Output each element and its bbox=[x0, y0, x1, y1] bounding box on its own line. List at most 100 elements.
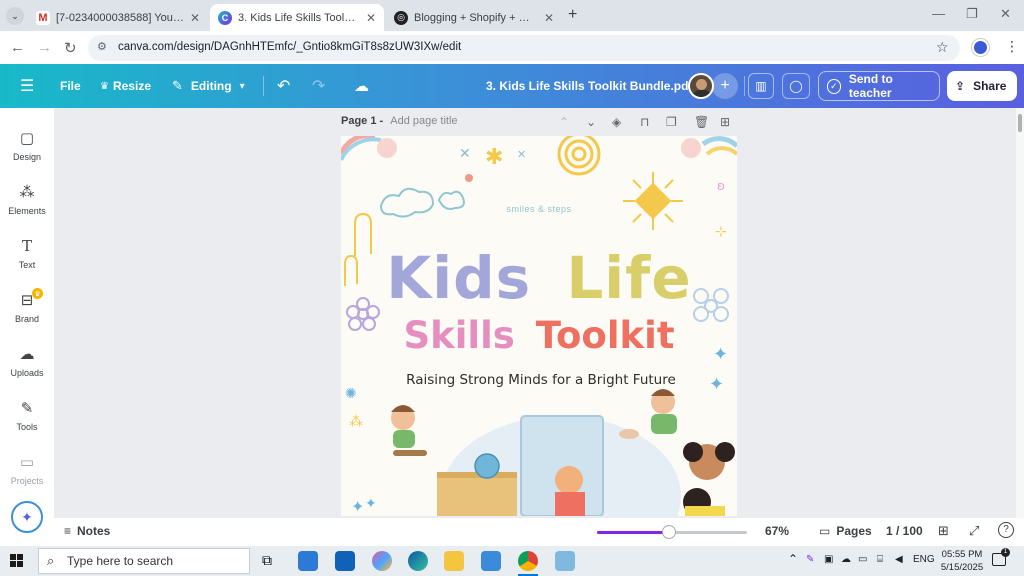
tray-overflow-icon[interactable]: ⌃ bbox=[788, 552, 798, 566]
delete-page-icon[interactable]: 🗑 bbox=[694, 115, 709, 129]
file-explorer-icon[interactable] bbox=[444, 551, 464, 571]
vertical-scrollbar[interactable] bbox=[1016, 108, 1024, 518]
projects-icon: ▭ bbox=[19, 453, 35, 471]
resize-button[interactable]: ♛ Resize bbox=[100, 64, 151, 108]
notes-button[interactable]: ≡ Notes bbox=[64, 524, 110, 538]
hide-page-icon[interactable]: ◈ bbox=[612, 115, 621, 129]
undo-icon[interactable]: ↶ bbox=[277, 64, 290, 108]
forward-icon[interactable]: → bbox=[37, 39, 52, 56]
minimize-icon[interactable]: — bbox=[932, 6, 945, 21]
close-window-icon[interactable]: ✕ bbox=[1000, 6, 1011, 22]
meet-icon[interactable]: ▣ bbox=[824, 554, 833, 565]
volume-icon[interactable]: ◀ bbox=[895, 554, 903, 565]
collaborator-avatar[interactable] bbox=[688, 73, 714, 99]
profile-avatar[interactable] bbox=[972, 39, 989, 56]
zoom-slider[interactable] bbox=[597, 525, 747, 539]
store-icon[interactable] bbox=[298, 551, 318, 571]
comments-button[interactable]: ◯ bbox=[782, 73, 810, 99]
grid-view-icon[interactable]: ⊞ bbox=[938, 523, 949, 539]
editing-mode-dropdown[interactable]: ✎ Editing ▾ bbox=[172, 64, 245, 108]
close-icon[interactable]: ✕ bbox=[544, 11, 554, 25]
uploads-icon: ☁ bbox=[19, 345, 35, 363]
language-indicator[interactable]: ENG bbox=[913, 554, 935, 565]
reload-icon[interactable]: ↻ bbox=[64, 39, 77, 57]
page-title-input[interactable]: Add page title bbox=[390, 115, 457, 127]
file-menu[interactable]: File bbox=[60, 64, 81, 108]
browser-tab-strip: ⌄ M [7-0234000038588] Your Googl ✕ C 3. … bbox=[0, 0, 1024, 31]
share-button[interactable]: ⇪ Share bbox=[947, 71, 1017, 101]
close-icon[interactable]: ✕ bbox=[366, 11, 376, 25]
sparkle-icon: ✦ bbox=[21, 508, 33, 525]
sidebar-item-tools[interactable]: ✎ Tools bbox=[0, 390, 54, 440]
cloud-save-icon[interactable]: ☁ bbox=[354, 64, 369, 108]
fullscreen-icon[interactable]: ⤢ bbox=[969, 523, 979, 539]
tab-title: Blogging + Shopify + Gumroad bbox=[414, 11, 538, 24]
outlook-icon[interactable] bbox=[335, 551, 355, 571]
chatgpt-icon: ◎ bbox=[394, 10, 408, 25]
add-collaborator-button[interactable]: + bbox=[712, 73, 738, 99]
duplicate-page-icon[interactable]: ❐ bbox=[666, 115, 677, 129]
toolbar-divider bbox=[744, 76, 745, 96]
sidebar-item-design[interactable]: ▢ Design bbox=[0, 120, 54, 170]
doodle-icon: ʚ bbox=[717, 179, 725, 193]
omnibox[interactable]: ⚙ canva.com/design/DAGnhHTEmfc/_Gntio8km… bbox=[88, 35, 960, 61]
tab-search-button[interactable]: ⌄ bbox=[6, 7, 24, 25]
clock[interactable]: 05:55 PM 5/15/2025 bbox=[940, 548, 984, 574]
zoom-level[interactable]: 67% bbox=[765, 524, 789, 538]
zoom-slider-handle[interactable] bbox=[662, 525, 676, 539]
video-app-icon[interactable] bbox=[481, 551, 501, 571]
hamburger-menu-button[interactable]: ☰ bbox=[20, 64, 34, 108]
lock-icon[interactable]: ⊓ bbox=[640, 115, 649, 129]
chrome-icon[interactable] bbox=[518, 551, 538, 571]
browser-tab-canva[interactable]: C 3. Kids Life Skills Toolkit Bundle ✕ bbox=[210, 4, 384, 31]
pen-icon[interactable]: ✎ bbox=[806, 554, 814, 565]
pages-button[interactable]: ▭ Pages bbox=[819, 524, 872, 538]
insights-button[interactable]: ▥ bbox=[748, 73, 774, 99]
chevron-down-icon: ▾ bbox=[239, 80, 245, 92]
sidebar-item-elements[interactable]: ⁂ Elements bbox=[0, 174, 54, 224]
browser-tab-gmail[interactable]: M [7-0234000038588] Your Googl ✕ bbox=[28, 4, 208, 31]
address-bar-row: ← → ↻ ⚙ canva.com/design/DAGnhHTEmfc/_Gn… bbox=[0, 31, 1024, 64]
help-icon[interactable]: ? bbox=[998, 522, 1014, 538]
sidebar-item-projects[interactable]: ▭ Projects bbox=[0, 444, 54, 494]
network-icon[interactable]: ⌸ bbox=[877, 554, 883, 565]
redo-icon[interactable]: ↷ bbox=[312, 64, 325, 108]
design-icon: ▢ bbox=[19, 129, 35, 147]
back-icon[interactable]: ← bbox=[10, 39, 25, 56]
notification-icon[interactable]: 1 bbox=[992, 548, 1010, 566]
sparkle-icon: ✦ bbox=[351, 497, 364, 516]
editing-label: Editing bbox=[190, 79, 232, 93]
left-sidebar: ▢ Design ⁂ Elements T Text ⊟ ♛ Brand ☁ U… bbox=[0, 108, 54, 546]
sidebar-item-uploads[interactable]: ☁ Uploads bbox=[0, 336, 54, 386]
close-icon[interactable]: ✕ bbox=[190, 11, 200, 25]
sidebar-item-brand[interactable]: ⊟ ♛ Brand bbox=[0, 282, 54, 332]
restore-icon[interactable]: ❐ bbox=[966, 6, 978, 22]
design-page[interactable]: ✕ ✱ ✕ ʚ ⊹ ✦ ✦ ✺ ⁂ ✦ ✦ smiles & steps Kid… bbox=[341, 136, 737, 516]
magic-assistant-button[interactable]: ✦ bbox=[11, 501, 43, 533]
edge-icon[interactable] bbox=[408, 551, 428, 571]
page-up-icon[interactable]: ⌃ bbox=[559, 115, 569, 129]
menu-icon[interactable]: ⋮ bbox=[1005, 38, 1019, 55]
bookmark-star-icon[interactable]: ☆ bbox=[936, 39, 949, 56]
site-info-icon[interactable]: ⚙ bbox=[97, 40, 107, 53]
page-down-icon[interactable]: ⌄ bbox=[586, 115, 596, 129]
windows-start-icon[interactable] bbox=[10, 554, 24, 568]
cloud-icon bbox=[377, 138, 397, 158]
cloud-tray-icon[interactable]: ☁ bbox=[841, 554, 851, 565]
search-placeholder: Type here to search bbox=[67, 554, 174, 568]
add-page-icon[interactable]: ⊞ bbox=[720, 115, 730, 129]
task-view-icon[interactable]: ⧉ bbox=[262, 552, 272, 569]
app-icon[interactable] bbox=[555, 551, 575, 571]
scrollbar-thumb[interactable] bbox=[1018, 114, 1022, 132]
crown-icon: ♛ bbox=[100, 80, 109, 92]
new-tab-button[interactable]: + bbox=[568, 6, 577, 24]
document-title[interactable]: 3. Kids Life Skills Toolkit Bundle.pdf bbox=[486, 64, 692, 108]
taskbar-search-input[interactable]: ⌕ Type here to search bbox=[38, 548, 250, 574]
browser-tab-chatgpt[interactable]: ◎ Blogging + Shopify + Gumroad ✕ bbox=[386, 4, 562, 31]
sidebar-item-text[interactable]: T Text bbox=[0, 228, 54, 278]
battery-icon[interactable]: ▭ bbox=[858, 554, 867, 565]
send-to-teacher-button[interactable]: ✓ Send to teacher bbox=[818, 71, 940, 101]
page-subtitle: Raising Strong Minds for a Bright Future bbox=[406, 372, 676, 388]
notes-label: Notes bbox=[77, 524, 111, 538]
copilot-icon[interactable] bbox=[372, 551, 392, 571]
